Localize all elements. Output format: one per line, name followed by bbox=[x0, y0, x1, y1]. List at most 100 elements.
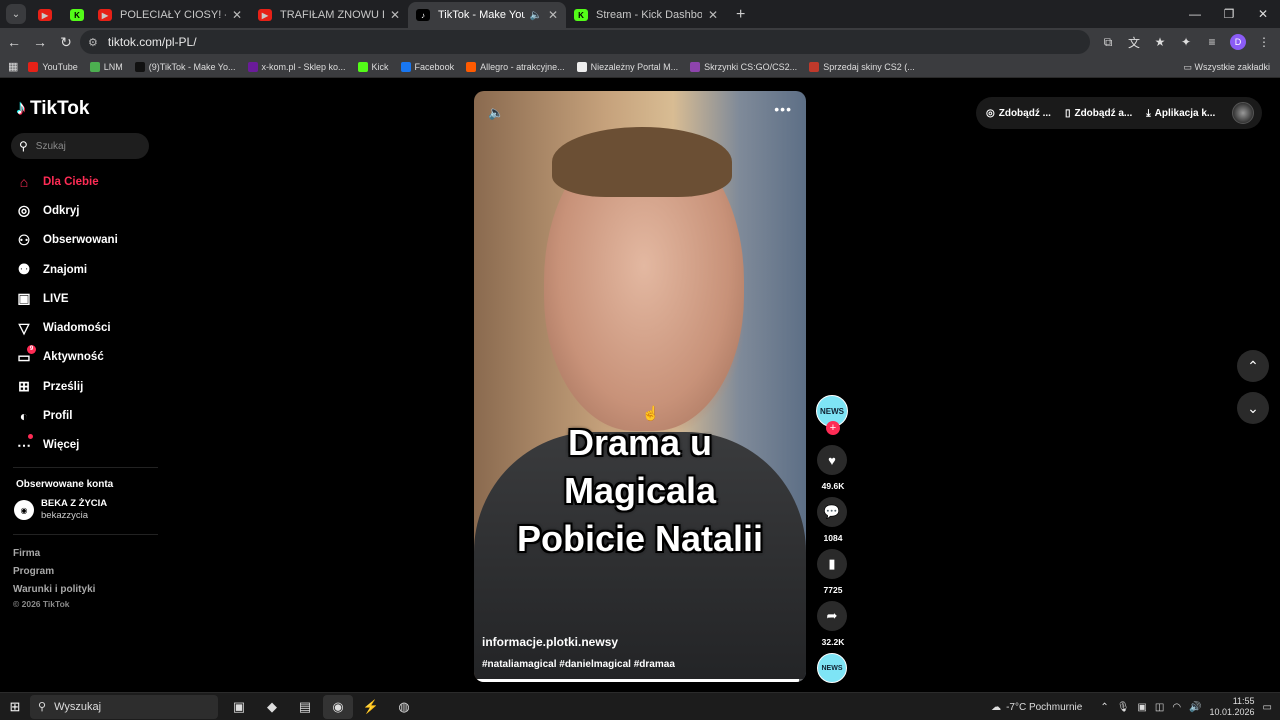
search-input[interactable] bbox=[35, 140, 136, 152]
close-icon[interactable]: ✕ bbox=[548, 8, 558, 22]
sidebar-item-profil[interactable]: ◐ Profil bbox=[14, 401, 154, 430]
app-icon-3[interactable]: ⚡ bbox=[356, 695, 386, 719]
tray-app-icon[interactable]: ◫ bbox=[1155, 702, 1164, 713]
back-button[interactable]: ← bbox=[2, 34, 26, 50]
volume-icon[interactable]: 🔈 bbox=[488, 105, 504, 121]
clock[interactable]: 11:55 10.01.2026 bbox=[1210, 696, 1255, 718]
tab-kick-dashboard[interactable]: K Stream - Kick Dashboard ✕ bbox=[566, 2, 726, 28]
sidebar-item-live[interactable]: ▣ LIVE bbox=[14, 284, 154, 313]
translate-icon[interactable]: 文 bbox=[1126, 34, 1142, 51]
bookmark-item[interactable]: (9)TikTok - Make Yo... bbox=[134, 61, 236, 72]
sidebar-item-aktywnosc[interactable]: ▭ 9 Aktywność bbox=[14, 343, 154, 372]
video-progress-bar[interactable] bbox=[474, 679, 806, 682]
get-coins-button[interactable]: ◎ Zdobądź ... bbox=[986, 108, 1051, 119]
site-info-icon[interactable]: ⚙ bbox=[88, 36, 98, 49]
follow-button[interactable]: + bbox=[826, 421, 840, 435]
bookmark-item[interactable]: LNM bbox=[89, 61, 123, 72]
minimize-button[interactable]: — bbox=[1178, 0, 1212, 28]
video-player[interactable]: 🔈 ••• Drama u Magicala Pobicie Natalii ☝… bbox=[474, 91, 806, 682]
taskbar-search[interactable]: ⚲ Wyszukaj bbox=[30, 694, 218, 719]
tab-polecialy-ciosy[interactable]: ▶ POLECIAŁY CIOSY! - WAŻENIE ✕ bbox=[90, 2, 250, 28]
profile-avatar[interactable]: D bbox=[1230, 34, 1246, 50]
next-video-button[interactable]: ⌄ bbox=[1237, 392, 1269, 424]
notification-icon[interactable]: ▭ bbox=[1263, 702, 1272, 713]
tiktok-logo[interactable]: ♪ TikTok bbox=[16, 97, 89, 120]
sidebar-item-odkryj[interactable]: ◎ Odkryj bbox=[14, 196, 154, 225]
video-hashtags[interactable]: #nataliamagical #danielmagical #dramaa bbox=[482, 659, 675, 670]
sidebar-item-dla-ciebie[interactable]: ⌂ Dla Ciebie bbox=[14, 167, 154, 196]
window-close-button[interactable]: ✕ bbox=[1246, 0, 1280, 28]
all-bookmarks-button[interactable]: ▭ Wszystkie zakładki bbox=[1183, 56, 1270, 78]
volume-icon[interactable]: 🔊 bbox=[1189, 702, 1201, 713]
tab-search-button[interactable]: ⌄ bbox=[6, 4, 26, 24]
tab-trafilam-znowu[interactable]: ▶ TRAFIŁAM ZNOWU DO SZPITA ✕ bbox=[250, 2, 408, 28]
bookmark-item[interactable]: Skrzynki CS:GO/CS2... bbox=[690, 61, 797, 72]
avatar: ◉ bbox=[14, 500, 34, 520]
extensions-icon[interactable]: ✦ bbox=[1178, 35, 1194, 49]
bookmark-item[interactable]: Sprzedaj skiny CS2 (... bbox=[809, 61, 915, 72]
comment-icon[interactable]: 💬 bbox=[817, 497, 847, 527]
apps-grid-icon[interactable]: ▦ bbox=[8, 60, 18, 73]
bookmark-star-icon[interactable]: ★ bbox=[1152, 35, 1168, 49]
wifi-icon[interactable]: ◠ bbox=[1172, 702, 1181, 713]
footer-link-firma[interactable]: Firma bbox=[13, 545, 95, 563]
music-disc[interactable]: NEWS bbox=[817, 653, 847, 683]
sidebar-item-wiadomosci[interactable]: ▽ Wiadomości bbox=[14, 313, 154, 342]
footer-link-program[interactable]: Program bbox=[13, 563, 95, 581]
like-action[interactable]: ♥ 49.6K bbox=[817, 445, 849, 491]
reading-list-icon[interactable]: ≡ bbox=[1204, 35, 1220, 49]
close-icon[interactable]: ✕ bbox=[708, 8, 718, 22]
bookmark-item[interactable]: YouTube bbox=[28, 61, 78, 72]
reload-button[interactable]: ↻ bbox=[54, 34, 78, 51]
install-app-icon[interactable]: ⧉ bbox=[1100, 35, 1116, 50]
weather-widget[interactable]: ☁ -7°C Pochmurnie bbox=[991, 702, 1082, 713]
user-avatar[interactable] bbox=[1232, 102, 1254, 124]
app-icon-4[interactable]: ◍ bbox=[389, 695, 419, 719]
forward-button[interactable]: → bbox=[28, 34, 52, 50]
windows-start-icon[interactable]: ⊞ bbox=[0, 699, 30, 715]
search-box[interactable]: ⚲ bbox=[11, 133, 149, 159]
bookmark-icon[interactable]: ▮ bbox=[817, 549, 847, 579]
desktop-app-button[interactable]: ⤓ Aplikacja k... bbox=[1146, 108, 1215, 119]
tab-youtube-1[interactable]: ▶ bbox=[30, 2, 62, 28]
menu-kebab-icon[interactable]: ⋮ bbox=[1256, 35, 1272, 49]
tray-chevron-up-icon[interactable]: ⌃ bbox=[1100, 702, 1108, 713]
comment-action[interactable]: 💬 1084 bbox=[817, 497, 849, 543]
new-tab-button[interactable]: + bbox=[726, 6, 755, 28]
tab-tiktok[interactable]: ♪ TikTok - Make Your Day 🔈 ✕ bbox=[408, 2, 566, 28]
save-action[interactable]: ▮ 7725 bbox=[817, 549, 849, 595]
close-icon[interactable]: ✕ bbox=[390, 8, 400, 22]
bookmark-item[interactable]: Kick bbox=[357, 61, 389, 72]
task-view-icon[interactable]: ▣ bbox=[224, 695, 254, 719]
sidebar-item-obserwowani[interactable]: ⚇ Obserwowani bbox=[14, 226, 154, 255]
more-options-icon[interactable]: ••• bbox=[774, 101, 792, 117]
sidebar-item-wiecej[interactable]: ⋯ Więcej bbox=[14, 431, 154, 460]
footer-link-warunki[interactable]: Warunki i polityki bbox=[13, 581, 95, 599]
bookmark-label: x-kom.pl - Sklep ko... bbox=[261, 61, 346, 72]
app-icon-1[interactable]: ◆ bbox=[257, 695, 287, 719]
previous-video-button[interactable]: ⌃ bbox=[1237, 350, 1269, 382]
bookmark-item[interactable]: Allegro - atrakcyjne... bbox=[466, 61, 565, 72]
sidebar-item-znajomi[interactable]: ⚉ Znajomi bbox=[14, 255, 154, 284]
speaker-icon[interactable]: 🔈 bbox=[529, 10, 541, 21]
bookmark-item[interactable]: x-kom.pl - Sklep ko... bbox=[247, 61, 346, 72]
tray-app-icon[interactable]: ▣ bbox=[1137, 702, 1146, 713]
video-author[interactable]: informacje.plotki.newsy bbox=[482, 635, 618, 649]
share-icon[interactable]: ➦ bbox=[817, 601, 847, 631]
heart-icon[interactable]: ♥ bbox=[817, 445, 847, 475]
bookmark-item[interactable]: Facebook bbox=[400, 61, 454, 72]
screen: ⌄ ▶ K ▶ POLECIAŁY CIOSY! - WAŻENIE ✕ ▶ T… bbox=[0, 0, 1280, 720]
bookmark-item[interactable]: Niezależny Portal M... bbox=[576, 61, 678, 72]
microphone-icon[interactable]: 🎙 bbox=[1117, 702, 1130, 713]
music-disc-label: NEWS bbox=[821, 664, 843, 672]
get-app-button[interactable]: ▯ Zdobądź a... bbox=[1065, 108, 1132, 119]
close-icon[interactable]: ✕ bbox=[232, 8, 242, 22]
sidebar-item-przeslij[interactable]: ⊞ Prześlij bbox=[14, 372, 154, 401]
chrome-icon[interactable]: ◉ bbox=[323, 694, 353, 719]
restore-button[interactable]: ❐ bbox=[1212, 0, 1246, 28]
followed-account[interactable]: ◉ BEKA Z ŻYCIA bekazzycia bbox=[14, 498, 107, 522]
tab-kick-1[interactable]: K bbox=[62, 2, 90, 28]
omnibox[interactable]: ⚙ tiktok.com/pl-PL/ bbox=[80, 30, 1090, 54]
app-icon-2[interactable]: ▤ bbox=[290, 695, 320, 719]
share-action[interactable]: ➦ 32.2K bbox=[817, 601, 849, 647]
